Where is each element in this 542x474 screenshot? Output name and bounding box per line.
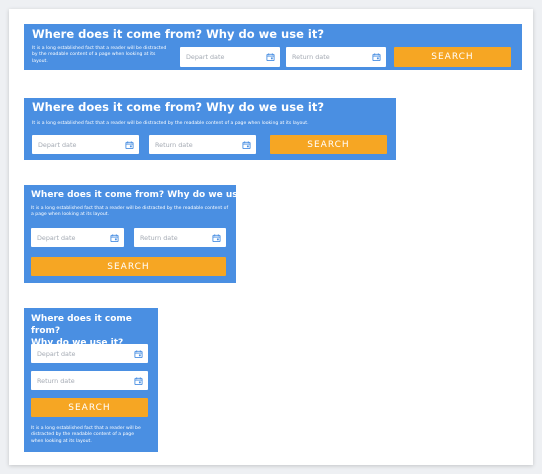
return-date-placeholder: Return date	[155, 140, 193, 149]
search-button[interactable]: SEARCH	[31, 257, 226, 276]
calendar-icon[interactable]	[212, 233, 221, 242]
panel-description: It is a long established fact that a rea…	[31, 206, 229, 218]
search-panel-compact: Where does it come from? Why do we use i…	[24, 185, 260, 283]
depart-date-placeholder: Depart date	[38, 140, 77, 149]
panel-title: Where does it come from? Why do we use i…	[31, 190, 260, 200]
panel-title: Where does it come from? Why do we use i…	[32, 27, 324, 41]
depart-date-placeholder: Depart date	[186, 53, 225, 61]
depart-date-placeholder: Depart date	[37, 349, 76, 358]
depart-date-field[interactable]: Depart date	[180, 47, 280, 67]
panel-description: It is a long established fact that a rea…	[31, 426, 141, 444]
return-date-field[interactable]: Return date	[149, 135, 256, 154]
search-panel-medium: Where does it come from? Why do we use i…	[24, 98, 396, 160]
calendar-icon[interactable]	[110, 233, 119, 242]
search-button[interactable]: SEARCH	[31, 398, 148, 417]
return-date-field[interactable]: Return date	[286, 47, 386, 67]
return-date-placeholder: Return date	[37, 376, 75, 385]
search-panel-wide: Where does it come from? Why do we use i…	[24, 24, 522, 70]
search-button[interactable]: SEARCH	[270, 135, 387, 154]
return-date-placeholder: Return date	[140, 233, 178, 242]
calendar-icon[interactable]	[242, 140, 251, 149]
calendar-icon[interactable]	[125, 140, 134, 149]
depart-date-field[interactable]: Depart date	[31, 228, 124, 247]
panel-title-line1: Where does it come from?	[31, 314, 132, 337]
calendar-icon[interactable]	[266, 53, 275, 62]
search-button[interactable]: SEARCH	[394, 47, 511, 67]
calendar-icon[interactable]	[134, 349, 143, 358]
return-date-field[interactable]: Return date	[134, 228, 226, 247]
depart-date-field[interactable]: Depart date	[31, 344, 148, 363]
return-date-placeholder: Return date	[292, 53, 330, 61]
search-panel-mobile: Where does it come from?Why do we use it…	[24, 308, 158, 452]
panel-description: It is a long established fact that a rea…	[32, 121, 309, 126]
return-date-field[interactable]: Return date	[31, 371, 148, 390]
calendar-icon[interactable]	[134, 376, 143, 385]
calendar-icon[interactable]	[372, 53, 381, 62]
depart-date-placeholder: Depart date	[37, 233, 76, 242]
depart-date-field[interactable]: Depart date	[32, 135, 139, 154]
panel-description: It is a long established fact that a rea…	[32, 46, 167, 64]
panel-title: Where does it come from? Why do we use i…	[32, 100, 324, 114]
